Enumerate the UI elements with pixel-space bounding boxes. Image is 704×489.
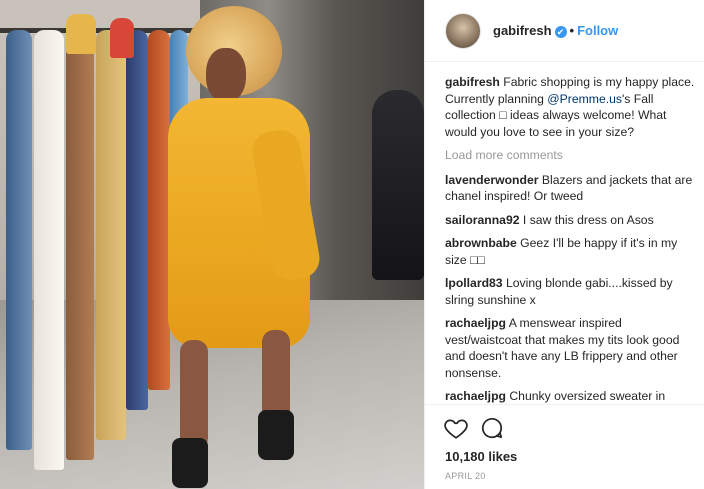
post-header: gabifresh ✔ • Follow [425,0,704,62]
avatar[interactable] [445,13,481,49]
caption-username[interactable]: gabifresh [445,75,500,89]
fabric-bolt [126,30,148,410]
load-more-comments-link[interactable]: Load more comments [445,147,697,164]
face [206,48,246,102]
post-actions: 10,180 likes APRIL 20 [425,404,704,489]
comments-list: gabifresh Fabric shopping is my happy pl… [445,74,697,404]
fabric-bolt [66,14,96,54]
separator-dot: • [569,23,575,38]
fabric-bolt [110,18,134,58]
caption: gabifresh Fabric shopping is my happy pl… [445,74,697,140]
fabric-bolt [6,30,32,450]
fabric-bolt [34,30,64,470]
comment-username[interactable]: sailoranna92 [445,213,520,227]
leg [180,340,208,450]
header-user-row: gabifresh ✔ • Follow [493,23,618,38]
username-link[interactable]: gabifresh [493,23,552,38]
heart-icon[interactable] [443,415,469,441]
comment-username[interactable]: lpollard83 [445,276,503,290]
likes-count[interactable]: 10,180 likes [445,449,517,464]
comment-item: rachaeljpg A menswear inspired vest/wais… [445,315,697,381]
comment-icon[interactable] [479,415,505,441]
comment-item: lavenderwonder Blazers and jackets that … [445,172,697,205]
boot [172,438,208,488]
comment-item: rachaeljpg Chunky oversized sweater in c… [445,388,697,404]
fabric-bolt [148,30,170,390]
comment-item: lpollard83 Loving blonde gabi....kissed … [445,275,697,308]
fabric-bolt [96,30,126,440]
fabric-bolt [66,30,94,460]
post-photo[interactable] [0,0,424,489]
comment-username[interactable]: rachaeljpg [445,389,506,403]
caption-glyph: □ [499,108,507,122]
comment-text: I saw this dress on Asos [522,212,654,227]
verified-badge-icon: ✔ [554,26,567,38]
comment-item: sailoranna92 I saw this dress on Asos [445,212,697,229]
follow-button[interactable]: Follow [577,23,618,38]
caption-mention[interactable]: @Premme.us [547,92,622,106]
post-side-panel: gabifresh ✔ • Follow gabifresh Fabric shopp… [425,0,704,489]
post-date: APRIL 20 [445,471,486,481]
boot [258,410,294,460]
comment-username[interactable]: lavenderwonder [445,173,538,187]
comment-username[interactable]: rachaeljpg [445,316,506,330]
passerby [372,90,424,280]
comment-username[interactable]: abrownbabe [445,236,517,250]
comment-item: abrownbabe Geez I'll be happy if it's in… [445,235,697,268]
